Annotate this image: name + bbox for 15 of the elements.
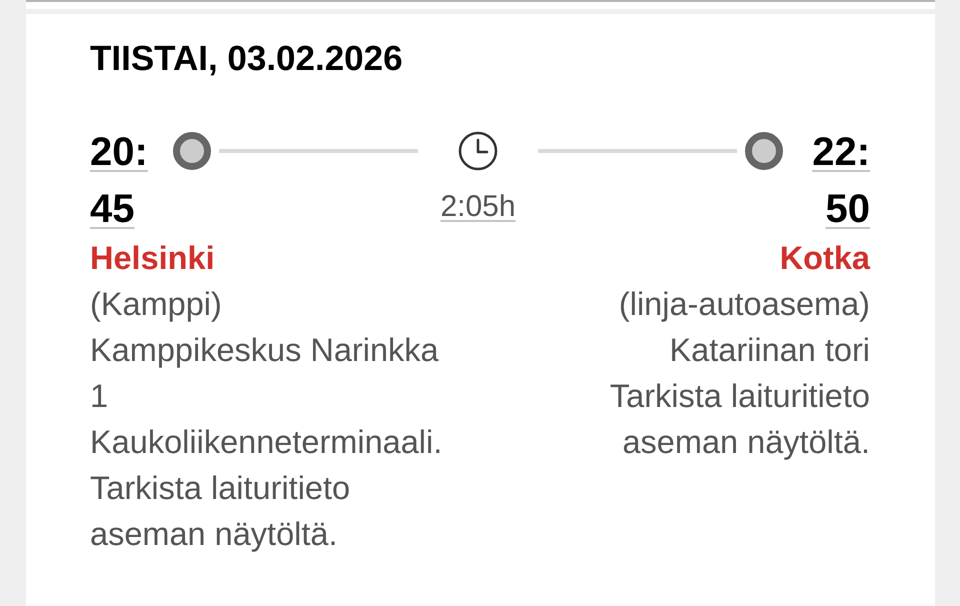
arrival-time: 22:50 (811, 129, 870, 233)
station-name: (linja-autoasema) (618, 285, 870, 324)
departure-time: 20:45 (90, 129, 149, 233)
note-text: Tarkista laituritieto aseman näytöltä. (608, 377, 870, 462)
city-name: Helsinki (90, 239, 216, 278)
stop-marker-icon (173, 132, 211, 170)
station-name: (Kamppi) (90, 285, 223, 324)
city-name: Kotka (780, 239, 870, 278)
address-text: Kamppikeskus Narinkka 1 (90, 331, 440, 416)
clock-icon (458, 131, 498, 171)
date-heading: TIISTAI, 03.02.2026 (90, 38, 403, 80)
address-text: Katariinan tori (669, 331, 870, 370)
duration-text: 2:05h (440, 189, 516, 225)
note-text: Kaukoliikenneterminaali. Tarkista laituritieto aseman näytöltä. (90, 423, 444, 554)
stop-marker-icon (745, 132, 784, 170)
